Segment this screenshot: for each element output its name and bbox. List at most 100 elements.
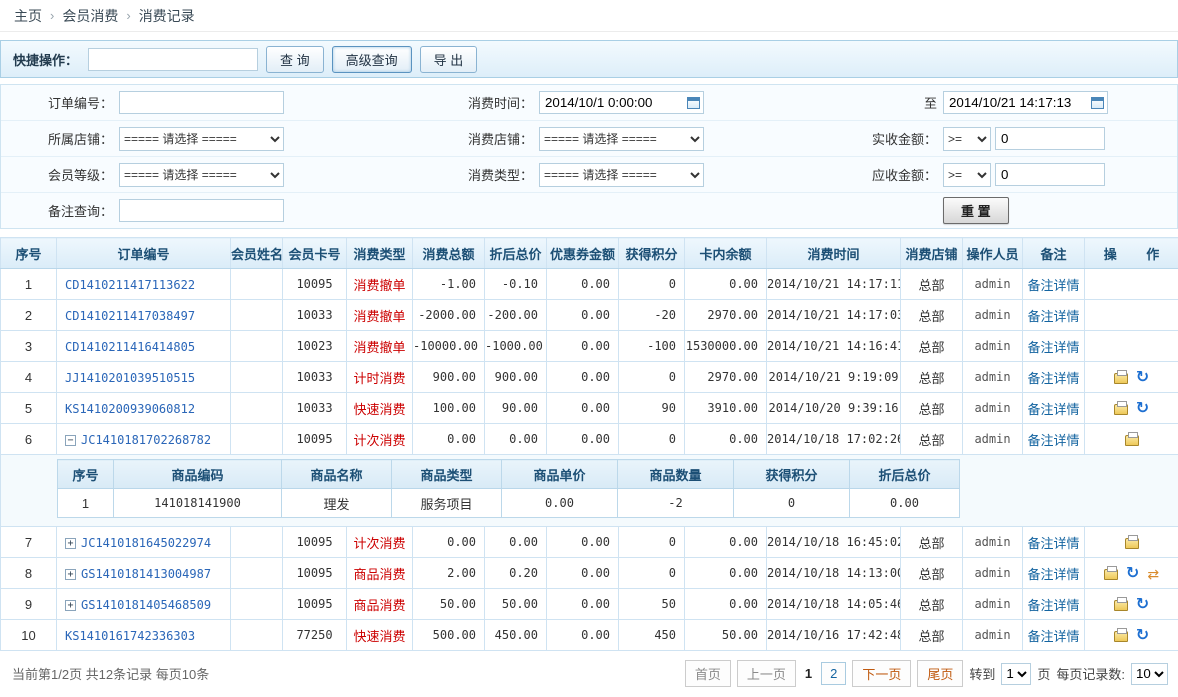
table-header-row: 序号订单编号会员姓名会员卡号消费类型消费总额折后总价优惠券金额获得积分卡内余额消… xyxy=(1,238,1178,269)
consume-total: 500.00 xyxy=(413,620,485,651)
remark-detail-link[interactable]: 备注详情 xyxy=(1027,567,1079,582)
calendar-icon[interactable] xyxy=(687,97,700,109)
operator: admin xyxy=(963,527,1023,558)
order-no-cell: KS1410161742336303 xyxy=(57,620,231,651)
return-goods-icon[interactable]: ⇄ xyxy=(1147,568,1159,580)
pagination-summary: 当前第1/2页 共12条记录 每页10条 xyxy=(12,664,209,683)
breadcrumb-member-consume[interactable]: 会员消费 xyxy=(62,6,118,26)
own-shop-select[interactable]: ===== 请选择 ===== xyxy=(119,127,284,151)
export-button[interactable]: 导 出 xyxy=(420,46,478,73)
coupon-amount: 0.00 xyxy=(547,424,619,455)
member-name xyxy=(231,393,283,424)
remark-detail-link[interactable]: 备注详情 xyxy=(1027,371,1079,386)
expand-toggle[interactable]: + xyxy=(65,569,76,580)
order-no-cell: + JC1410181645022974 xyxy=(57,527,231,558)
column-header-9: 卡内余额 xyxy=(685,238,767,269)
consume-type-select[interactable]: ===== 请选择 ===== xyxy=(539,163,704,187)
column-header-10: 消费时间 xyxy=(767,238,901,269)
sub-column-header-4: 商品单价 xyxy=(502,460,618,489)
expand-toggle[interactable]: + xyxy=(65,538,76,549)
undo-consume-icon[interactable]: ↻ xyxy=(1136,372,1149,384)
actual-amount-input[interactable] xyxy=(995,127,1105,150)
table-footer: 当前第1/2页 共12条记录 每页10条 首页 上一页 1 2 下一页 尾页 转… xyxy=(0,651,1178,697)
calendar-icon[interactable] xyxy=(1091,97,1104,109)
expand-toggle[interactable]: + xyxy=(65,600,76,611)
order-no-link[interactable]: CD1410211417038497 xyxy=(65,309,195,323)
print-icon[interactable] xyxy=(1114,631,1128,642)
print-icon[interactable] xyxy=(1114,373,1128,384)
first-page-button[interactable]: 首页 xyxy=(685,660,731,687)
print-icon[interactable] xyxy=(1125,435,1139,446)
last-page-button[interactable]: 尾页 xyxy=(917,660,963,687)
next-page-button[interactable]: 下一页 xyxy=(852,660,911,687)
consume-time: 2014/10/18 14:05:46 xyxy=(767,589,901,620)
points-earned: 450 xyxy=(619,620,685,651)
undo-consume-icon[interactable]: ↻ xyxy=(1136,599,1149,611)
receivable-amount-op-select[interactable]: >= xyxy=(943,163,991,187)
remark-query-input[interactable] xyxy=(119,199,284,222)
consume-total: -1.00 xyxy=(413,269,485,300)
order-no-link[interactable]: GS1410181413004987 xyxy=(81,567,211,581)
remark-detail-link[interactable]: 备注详情 xyxy=(1027,278,1079,293)
order-no-link[interactable]: KS1410161742336303 xyxy=(65,629,195,643)
page-link-2[interactable]: 2 xyxy=(821,662,846,685)
print-icon[interactable] xyxy=(1125,538,1139,549)
undo-consume-icon[interactable]: ↻ xyxy=(1136,403,1149,415)
receivable-amount-input[interactable] xyxy=(995,163,1105,186)
consume-shop-select[interactable]: ===== 请选择 ===== xyxy=(539,127,704,151)
order-no-link[interactable]: CD1410211417113622 xyxy=(65,278,195,292)
goto-page-select[interactable]: 1 xyxy=(1001,663,1031,685)
consume-time-from-input[interactable] xyxy=(539,91,704,114)
prev-page-button[interactable]: 上一页 xyxy=(737,660,796,687)
order-no-link[interactable]: JC1410181645022974 xyxy=(81,536,211,550)
advanced-query-button[interactable]: 高级查询 xyxy=(332,46,412,73)
sub-column-header-5: 商品数量 xyxy=(618,460,734,489)
undo-consume-icon[interactable]: ↻ xyxy=(1126,568,1139,580)
table-row: 5KS141020093906081210033快速消费100.0090.000… xyxy=(1,393,1178,424)
order-no-link[interactable]: JJ1410201039510515 xyxy=(65,371,195,385)
discounted-total: 900.00 xyxy=(485,362,547,393)
operator: admin xyxy=(963,558,1023,589)
print-icon[interactable] xyxy=(1114,404,1128,415)
undo-consume-icon[interactable]: ↻ xyxy=(1136,630,1149,642)
order-no-input[interactable] xyxy=(119,91,284,114)
operator: admin xyxy=(963,620,1023,651)
order-no-link[interactable]: JC1410181702268782 xyxy=(81,433,211,447)
operations-cell xyxy=(1085,424,1178,455)
goto-label: 转到 xyxy=(969,664,995,683)
print-icon[interactable] xyxy=(1104,569,1118,580)
remark-detail-link[interactable]: 备注详情 xyxy=(1027,309,1079,324)
order-no-link[interactable]: GS1410181405468509 xyxy=(81,598,211,612)
table-row: 6−JC141018170226878210095计次消费0.000.000.0… xyxy=(1,424,1178,455)
member-level-select[interactable]: ===== 请选择 ===== xyxy=(119,163,284,187)
order-no-cell: + GS1410181405468509 xyxy=(57,589,231,620)
actual-amount-op-select[interactable]: >= xyxy=(943,127,991,151)
breadcrumb-home[interactable]: 主页 xyxy=(14,6,42,26)
remark-detail-link[interactable]: 备注详情 xyxy=(1027,402,1079,417)
sub-column-header-7: 折后总价 xyxy=(850,460,960,489)
remark-detail-link[interactable]: 备注详情 xyxy=(1027,433,1079,448)
query-button[interactable]: 查 询 xyxy=(266,46,324,73)
collapse-toggle[interactable]: − xyxy=(65,435,76,446)
card-balance: 50.00 xyxy=(685,620,767,651)
print-icon[interactable] xyxy=(1114,600,1128,611)
remark-detail-link[interactable]: 备注详情 xyxy=(1027,340,1079,355)
remark-detail-link[interactable]: 备注详情 xyxy=(1027,629,1079,644)
discounted-total: 90.00 xyxy=(485,393,547,424)
consume-time-to-input[interactable] xyxy=(943,91,1108,114)
consume-time-label: 消费时间： xyxy=(421,93,539,112)
member-level-label: 会员等级： xyxy=(1,165,119,184)
quick-search-input[interactable] xyxy=(88,48,258,71)
operator: admin xyxy=(963,331,1023,362)
remark-query-label: 备注查询： xyxy=(1,201,119,220)
sub-table-data-row: 1141018141900理发服务项目0.00-200.00 xyxy=(58,489,960,518)
operator: admin xyxy=(963,589,1023,620)
pagesize-select[interactable]: 10 xyxy=(1131,663,1168,685)
consume-shop: 总部 xyxy=(901,424,963,455)
remark-detail-link[interactable]: 备注详情 xyxy=(1027,536,1079,551)
order-no-link[interactable]: CD1410211416414805 xyxy=(65,340,195,354)
reset-button[interactable]: 重 置 xyxy=(943,197,1009,224)
remark-detail-link[interactable]: 备注详情 xyxy=(1027,598,1079,613)
order-no-cell: CD1410211417038497 xyxy=(57,300,231,331)
order-no-link[interactable]: KS1410200939060812 xyxy=(65,402,195,416)
